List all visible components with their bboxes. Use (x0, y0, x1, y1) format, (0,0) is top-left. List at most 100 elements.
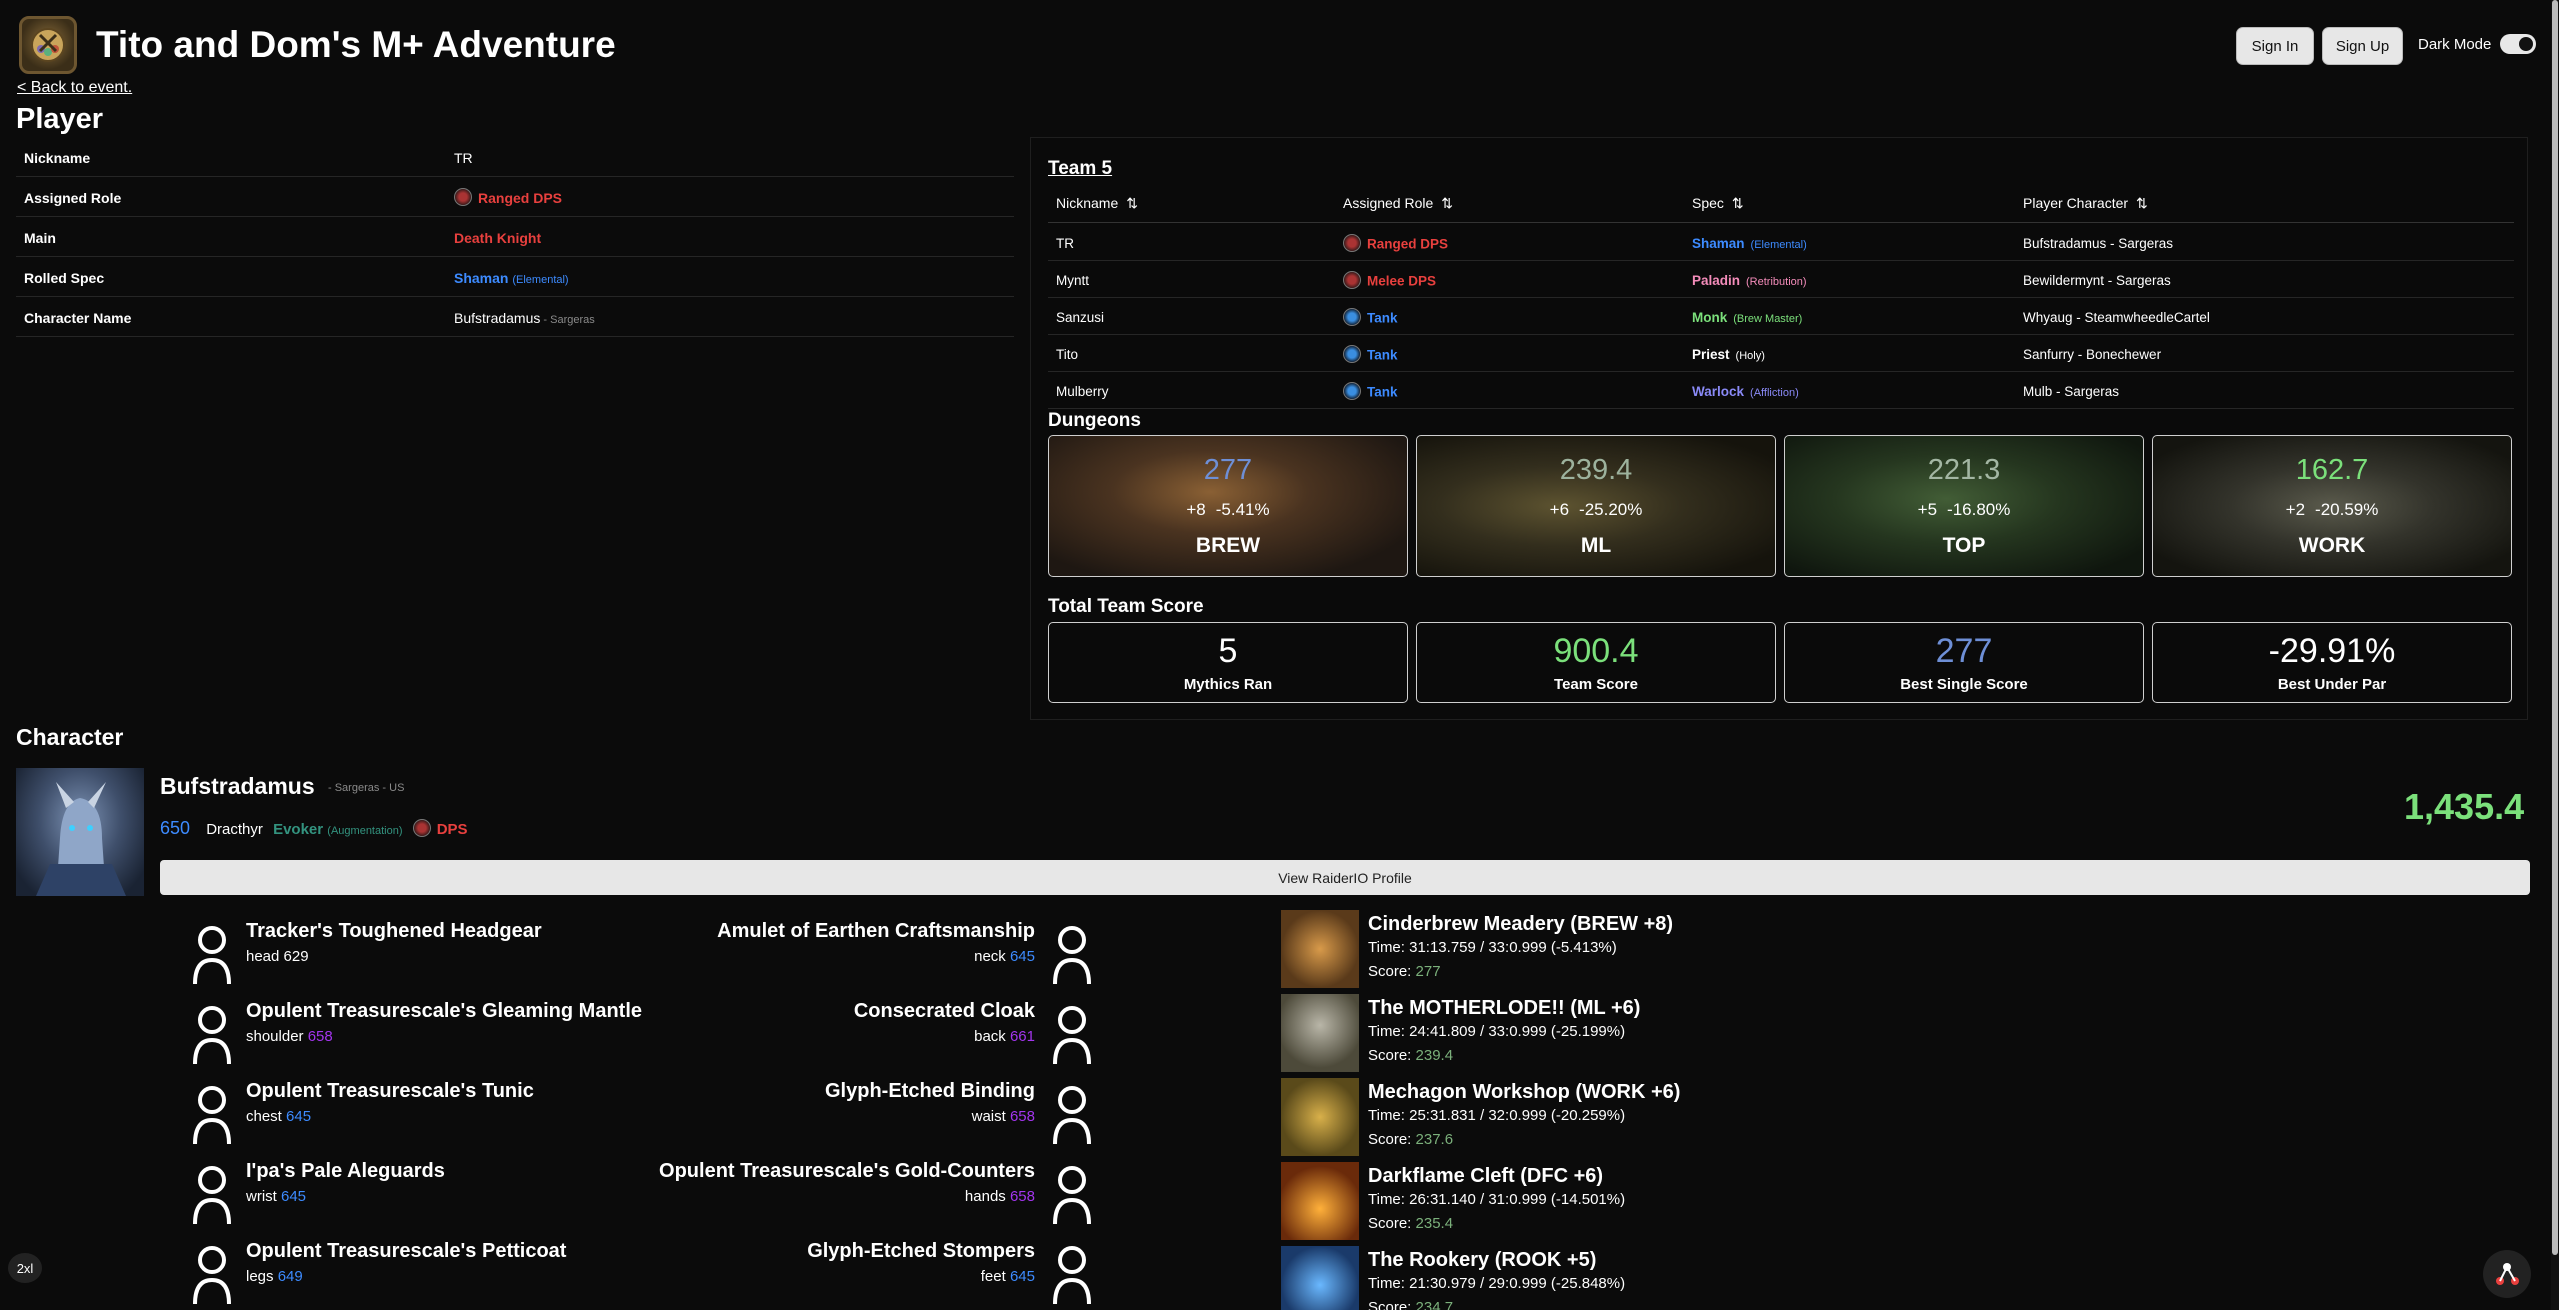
stat-card-best-under-par: -29.91% Best Under Par (2152, 622, 2512, 703)
run-item[interactable]: Mechagon Workshop (WORK +6) Time: 25:31.8… (1281, 1078, 1981, 1160)
sign-in-button[interactable]: Sign In (2236, 27, 2314, 65)
dark-mode-toggle[interactable] (2500, 34, 2536, 54)
gear-item-back[interactable]: Consecrated Cloak back 661 (450, 1000, 1091, 1070)
run-score-value: 277 (1415, 963, 1441, 980)
gear-slot-icon (191, 922, 233, 986)
character-mplus-score: 1,435.4 (2404, 786, 2525, 827)
dungeon-par: -5.41% (1215, 500, 1270, 519)
dungeon-score: 162.7 (2295, 454, 2369, 486)
nickname-cell: Myntt (1056, 273, 1090, 288)
column-header-nickname[interactable]: Nickname ⇅ (1056, 195, 1138, 212)
nickname-value: TR (454, 150, 473, 166)
character-name-value: Bufstradamus (454, 310, 541, 326)
spec-cell: Monk (Brew Master) (1692, 310, 1802, 325)
gear-item-neck[interactable]: Amulet of Earthen Craftsmanship neck 645 (450, 920, 1091, 990)
run-score: Score: 237.6 (1368, 1131, 1453, 1148)
gear-name: Amulet of Earthen Craftsmanship (717, 920, 1035, 942)
gear-name: Glyph-Etched Binding (825, 1080, 1035, 1102)
gear-name: Glyph-Etched Stompers (807, 1240, 1035, 1262)
role-cell: Tank (1343, 382, 1398, 402)
gear-ilvl: 645 (286, 1108, 312, 1125)
character-heading: Character (16, 724, 124, 750)
site-logo[interactable] (19, 16, 77, 74)
dungeon-par: -25.20% (1579, 500, 1643, 519)
character-summary: 650 Dracthyr Evoker (Augmentation) DPS (160, 818, 468, 839)
character-spec: (Augmentation) (327, 825, 403, 837)
gear-slot: back 661 (974, 1028, 1035, 1045)
gear-slot-icon (191, 1162, 233, 1226)
gear-slot-name: hands (964, 1188, 1006, 1205)
run-title: The Rookery (ROOK +5) (1368, 1249, 1597, 1271)
dungeon-card-work[interactable]: 162.7 +2 -20.59% WORK (2152, 435, 2512, 577)
tank-role-icon (1343, 308, 1361, 326)
role-cell: Tank (1343, 345, 1398, 365)
gear-ilvl: 661 (1009, 1028, 1035, 1045)
character-realm: - Sargeras - US (328, 782, 405, 794)
gear-item-waist[interactable]: Glyph-Etched Binding waist 658 (450, 1080, 1091, 1150)
run-item[interactable]: Cinderbrew Meadery (BREW +8) Time: 31:13.… (1281, 910, 1981, 992)
run-time: Time: 21:30.979 / 29:0.999 (-25.848%) (1368, 1275, 1626, 1292)
gear-name: Consecrated Cloak (853, 1000, 1035, 1022)
column-header-spec[interactable]: Spec ⇅ (1692, 195, 1744, 212)
dungeon-abbr: TOP (1942, 534, 1986, 557)
player-row-nickname: Nickname TR (16, 137, 1014, 177)
stat-card-mythics-ran: 5 Mythics Ran (1048, 622, 1408, 703)
role-cell: Ranged DPS (1343, 234, 1448, 254)
scrollbar-thumb[interactable] (2552, 0, 2558, 1255)
gear-slot: legs 649 (246, 1268, 303, 1285)
sort-icon[interactable]: ⇅ (2136, 195, 2148, 211)
player-row-assigned-role: Assigned Role Ranged DPS (16, 177, 1014, 217)
dungeon-abbr: WORK (2298, 534, 2366, 557)
column-header-player-character[interactable]: Player Character ⇅ (2023, 195, 2148, 212)
gear-ilvl: 645 (281, 1188, 307, 1205)
role-label: Melee DPS (1367, 273, 1437, 289)
dungeon-card-ml[interactable]: 239.4 +6 -25.20% ML (1416, 435, 1776, 577)
gear-slot-name: head (246, 948, 280, 965)
item-level: 650 (160, 818, 191, 838)
spec-cell: Paladin (Retribution) (1692, 273, 1807, 288)
stat-label: Mythics Ran (1183, 676, 1273, 693)
gear-ilvl: 649 (277, 1268, 303, 1285)
dungeon-card-brew[interactable]: 277 +8 -5.41% BREW (1048, 435, 1408, 577)
run-item[interactable]: Darkflame Cleft (DFC +6) Time: 26:31.140 … (1281, 1162, 1981, 1244)
dps-role-icon (1343, 271, 1361, 289)
sort-icon[interactable]: ⇅ (1441, 195, 1453, 211)
view-raiderio-profile-button[interactable]: View RaiderIO Profile (160, 860, 2530, 895)
dungeon-card-top[interactable]: 221.3 +5 -16.80% TOP (1784, 435, 2144, 577)
sort-icon[interactable]: ⇅ (1732, 195, 1744, 211)
dungeon-abbr: ML (1580, 534, 1612, 557)
spec-label: Shaman (1692, 236, 1745, 251)
back-to-event-link[interactable]: < Back to event. (17, 79, 132, 97)
gear-slot-name: neck (974, 948, 1006, 965)
dungeon-thumbnail (1281, 994, 1359, 1072)
nickname-cell: Sanzusi (1056, 310, 1105, 325)
role-cell: Tank (1343, 308, 1398, 328)
character-cell: Bufstradamus - Sargeras (2023, 236, 2174, 251)
gear-slot-icon (1051, 1082, 1093, 1146)
gear-item-hands[interactable]: Opulent Treasurescale's Gold-Counters han… (450, 1160, 1091, 1230)
spec-sub: (Affliction) (1750, 387, 1799, 399)
column-header-assigned-role[interactable]: Assigned Role ⇅ (1343, 195, 1453, 212)
gear-slot: shoulder 658 (246, 1028, 333, 1045)
run-item[interactable]: The MOTHERLODE!! (ML +6) Time: 24:41.809 … (1281, 994, 1981, 1076)
nickname-cell: TR (1056, 236, 1074, 251)
spec-sub: (Brew Master) (1733, 313, 1803, 325)
stat-value: -29.91% (2268, 632, 2396, 670)
dungeon-score: 277 (1203, 454, 1253, 486)
gear-slot: wrist 645 (246, 1188, 306, 1205)
gear-slot: hands 658 (965, 1188, 1035, 1205)
nickname-cell: Tito (1056, 347, 1079, 362)
run-item[interactable]: The Rookery (ROOK +5) Time: 21:30.979 / 2… (1281, 1246, 1981, 1310)
run-score: Score: 235.4 (1368, 1215, 1453, 1232)
sort-icon[interactable]: ⇅ (1126, 195, 1138, 211)
team-title-link[interactable]: Team 5 (1048, 158, 1112, 180)
share-icon[interactable] (2483, 1250, 2531, 1298)
gear-item-feet[interactable]: Glyph-Etched Stompers feet 645 (450, 1240, 1091, 1310)
spec-label: Priest (1692, 347, 1730, 362)
nickname-cell: Mulberry (1056, 384, 1109, 399)
spec-label: Monk (1692, 310, 1728, 325)
spec-sub: (Elemental) (1750, 239, 1807, 251)
sign-up-button[interactable]: Sign Up (2322, 27, 2403, 65)
main-value: Death Knight (454, 230, 542, 246)
dungeon-level: +8 (1186, 500, 1206, 519)
